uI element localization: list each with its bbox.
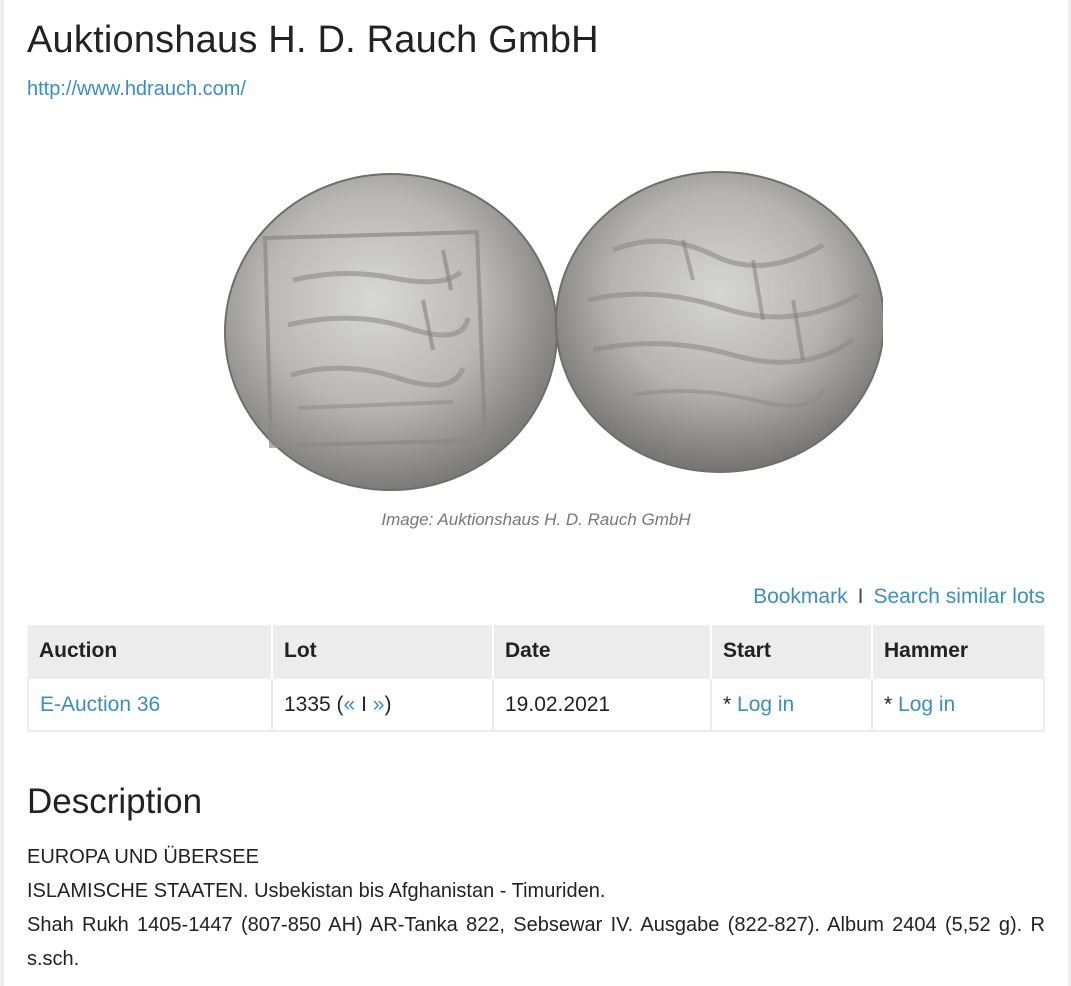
auction-link[interactable]: E-Auction 36: [40, 693, 160, 716]
description-line: EUROPA UND ÜBERSEE: [27, 846, 259, 868]
header-auction: Auction: [28, 625, 273, 678]
hammer-login-link[interactable]: Log in: [898, 693, 955, 716]
header-start: Start: [711, 625, 873, 678]
header-hammer: Hammer: [872, 625, 1044, 678]
description-line: Shah Rukh 1405-1447 (807-850 AH) AR-Tank…: [27, 914, 1045, 970]
auction-house-url-link[interactable]: http://www.hdrauch.com/: [27, 78, 246, 101]
image-caption: Image: Auktionshaus H. D. Rauch GmbH: [381, 510, 691, 529]
description-body: EUROPA UND ÜBERSEE ISLAMISCHE STAATEN. U…: [27, 840, 1045, 976]
header-date: Date: [493, 625, 712, 678]
start-asterisk: *: [723, 692, 738, 716]
actions-separator: I: [857, 585, 864, 608]
lot-number: 1335: [284, 692, 331, 716]
lot-nav-open: (: [330, 692, 344, 716]
auction-house-title: Auktionshaus H. D. Rauch GmbH: [27, 19, 599, 61]
lot-nav-separator: I: [355, 692, 373, 716]
cell-start: * Log in: [710, 677, 873, 732]
cell-hammer: * Log in: [871, 677, 1045, 732]
next-lot-link[interactable]: »: [373, 693, 385, 716]
coin-reverse: [555, 171, 885, 473]
coin-obverse: [224, 173, 558, 491]
description-heading: Description: [27, 782, 203, 821]
lot-info-table: Auction Lot Date Start Hammer E-Auction …: [27, 625, 1045, 732]
lot-nav-close: ): [384, 692, 392, 716]
search-similar-lots-link[interactable]: Search similar lots: [873, 585, 1045, 608]
lot-actions: Bookmark I Search similar lots: [753, 585, 1045, 609]
cell-lot: 1335 (« I »): [271, 677, 494, 732]
start-login-link[interactable]: Log in: [737, 693, 794, 716]
cell-auction: E-Auction 36: [27, 677, 273, 732]
bookmark-link[interactable]: Bookmark: [753, 585, 848, 608]
table-row: E-Auction 36 1335 (« I ») 19.02.2021 * L…: [27, 677, 1045, 732]
left-frame-border: [0, 0, 4, 986]
previous-lot-link[interactable]: «: [344, 693, 356, 716]
coin-image[interactable]: [193, 150, 885, 500]
table-header-row: Auction Lot Date Start Hammer: [28, 625, 1044, 678]
hammer-asterisk: *: [884, 692, 899, 716]
description-line: ISLAMISCHE STAATEN. Usbekistan bis Afgha…: [27, 880, 606, 902]
cell-date: 19.02.2021: [492, 677, 712, 732]
header-lot: Lot: [272, 625, 494, 678]
